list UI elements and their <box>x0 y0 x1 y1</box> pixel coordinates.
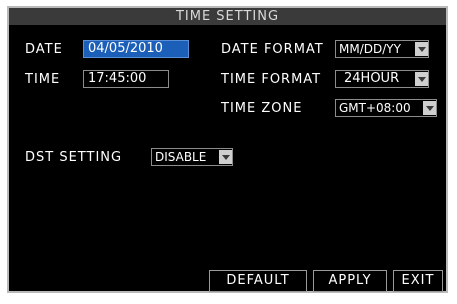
time-label: TIME <box>25 72 61 87</box>
time-format-select[interactable]: 24HOUR <box>335 70 429 88</box>
time-field[interactable]: 17:45:00 <box>83 70 169 88</box>
exit-button[interactable]: EXIT <box>393 270 443 292</box>
default-button[interactable]: DEFAULT <box>209 270 307 292</box>
time-zone-value: GMT+08:00 <box>339 101 411 115</box>
date-field[interactable]: 04/05/2010 <box>83 40 189 58</box>
time-format-value: 24HOUR <box>344 71 400 86</box>
dst-setting-select[interactable]: DISABLE <box>151 148 233 166</box>
time-format-label: TIME FORMAT <box>221 72 322 87</box>
dst-setting-label: DST SETTING <box>25 150 123 165</box>
time-setting-dialog: TIME SETTING DATE 04/05/2010 DATE FORMAT… <box>7 6 448 293</box>
time-zone-label: TIME ZONE <box>221 101 303 116</box>
date-label: DATE <box>25 42 63 57</box>
date-format-value: MM/DD/YY <box>339 42 401 56</box>
date-format-label: DATE FORMAT <box>221 42 324 57</box>
chevron-down-icon[interactable] <box>415 42 428 56</box>
chevron-down-icon[interactable] <box>415 72 428 86</box>
date-format-select[interactable]: MM/DD/YY <box>335 40 429 58</box>
chevron-down-icon[interactable] <box>423 101 436 115</box>
dialog-title: TIME SETTING <box>9 8 446 25</box>
apply-button[interactable]: APPLY <box>313 270 387 292</box>
dst-setting-value: DISABLE <box>155 150 207 164</box>
chevron-down-icon[interactable] <box>219 150 232 164</box>
time-zone-select[interactable]: GMT+08:00 <box>335 99 437 117</box>
